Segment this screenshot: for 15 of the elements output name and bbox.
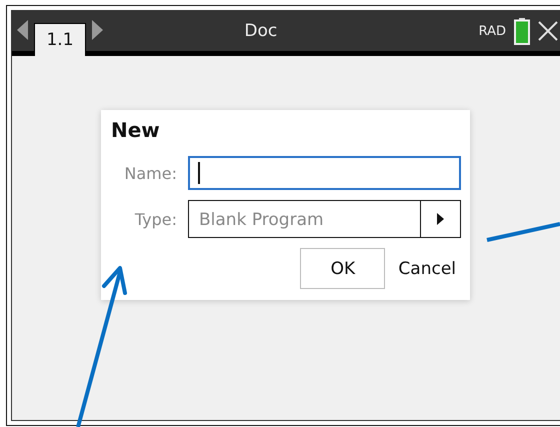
field-label: Name:: [123, 164, 177, 182]
triangle-icon: [437, 213, 444, 225]
dropdown-value: Blank Program: [198, 209, 325, 232]
previous-page-icon[interactable]: [17, 20, 28, 40]
type-dropdown[interactable]: Blank Program: [188, 200, 461, 238]
angle-mode: RAD: [478, 24, 506, 38]
ok-button[interactable]: OK: [300, 248, 386, 289]
page-tab[interactable]: 1.1: [34, 23, 86, 56]
dialog-title: New: [111, 118, 161, 142]
field-label: Type:: [134, 210, 177, 228]
document-title: Doc: [243, 21, 278, 41]
next-page-icon[interactable]: [92, 20, 103, 40]
name-field[interactable]: [188, 156, 461, 190]
close-icon[interactable]: [538, 21, 558, 41]
battery-icon: [514, 18, 530, 44]
